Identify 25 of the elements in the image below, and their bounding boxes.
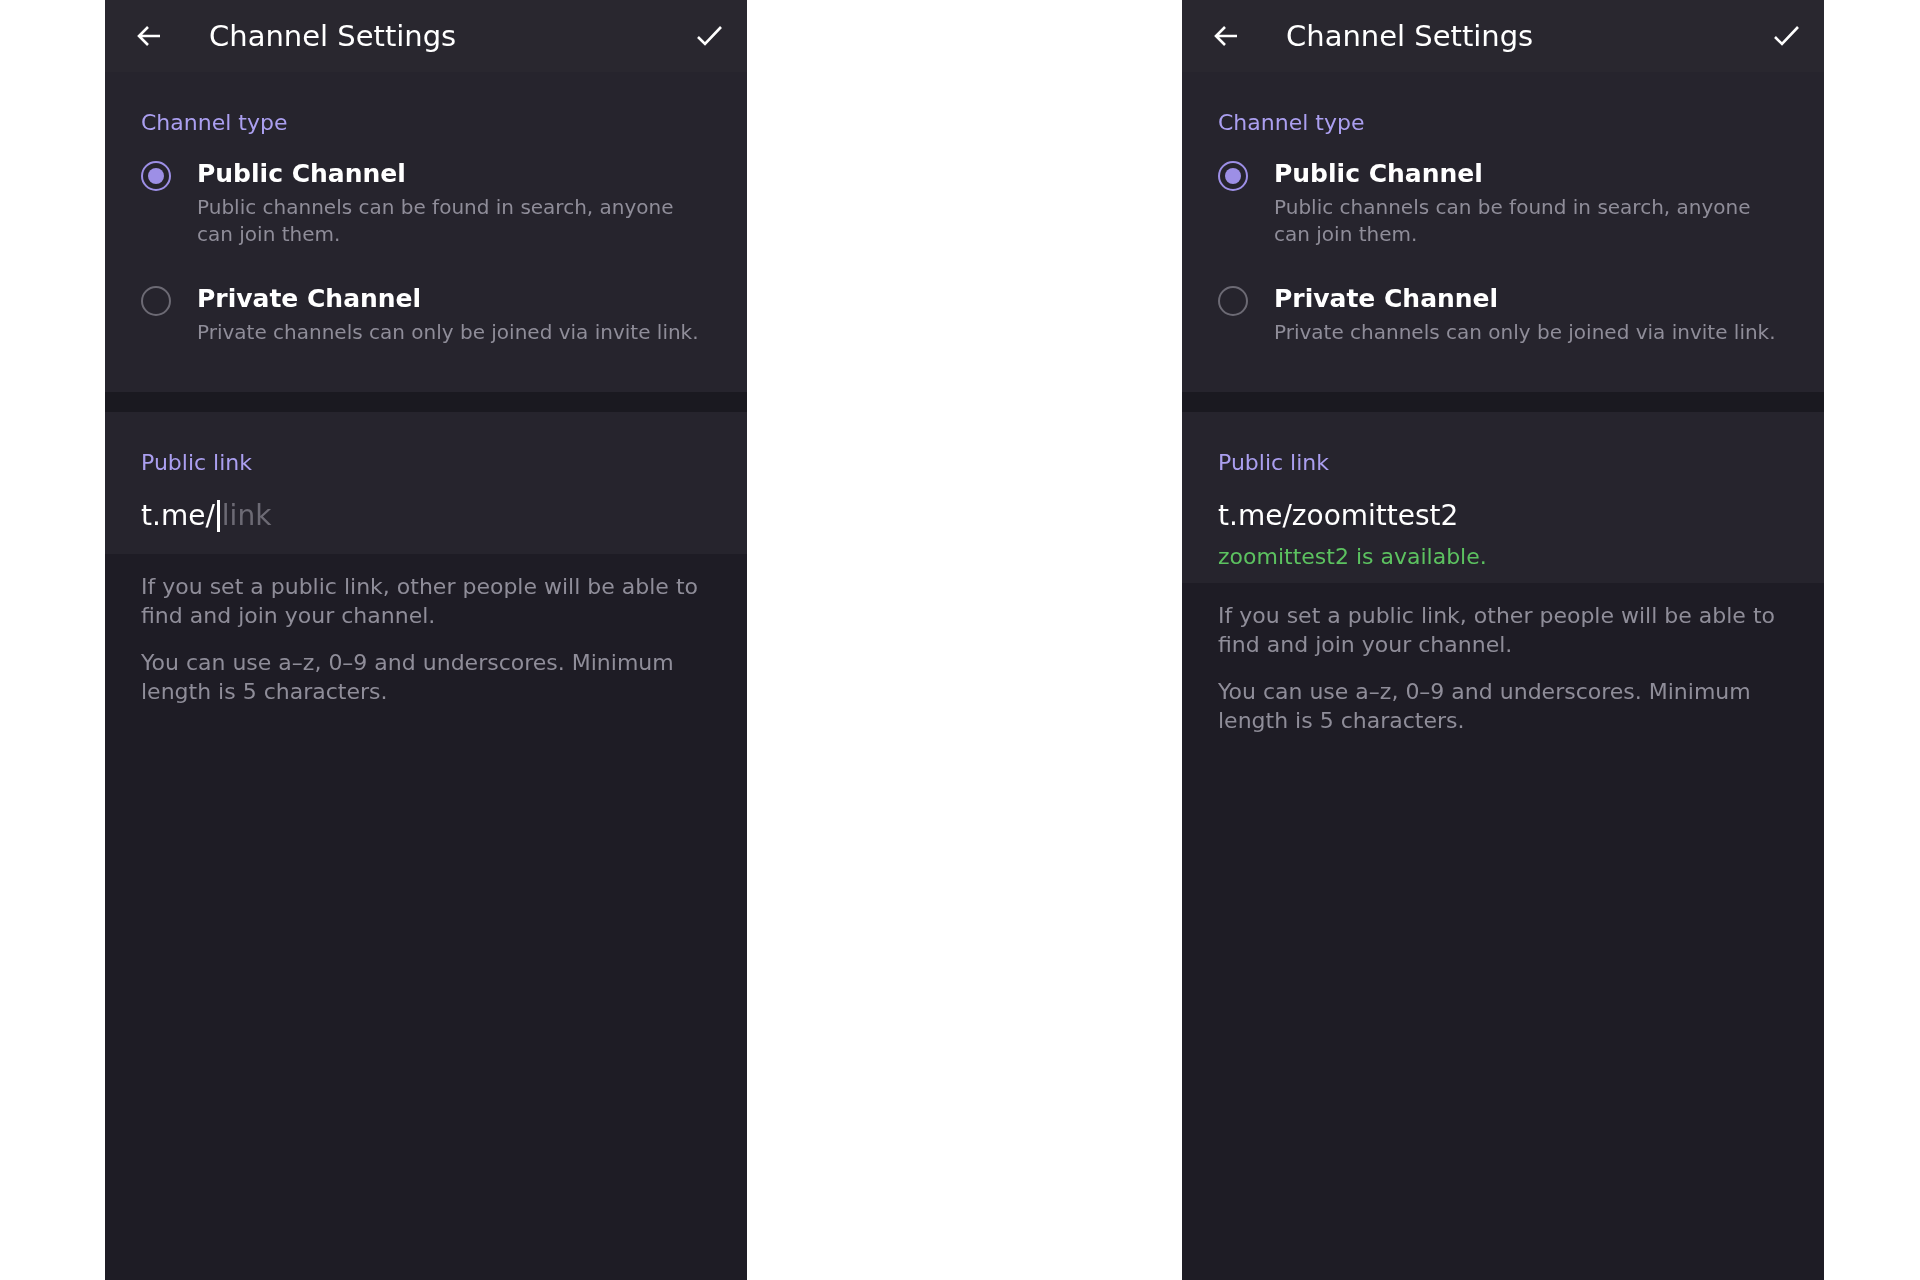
help-text: If you set a public link, other people will be able to find and join your channel. <box>141 573 699 630</box>
availability-message: zoomittest2 is available. <box>1218 544 1488 569</box>
radio-button[interactable] <box>1218 161 1248 191</box>
option-description: Public channels can be found in search, anyone can join them. <box>1274 194 1752 248</box>
radio-button[interactable] <box>141 161 171 191</box>
section-title: Channel type <box>141 110 289 135</box>
option-label[interactable]: Public Channel <box>1274 159 1788 188</box>
option-description: Private channels can only be joined via invite link. <box>1274 319 1776 346</box>
section-title: Public link <box>1218 450 1330 475</box>
help-text: If you set a public link, other people will be able to find and join your channel. <box>1218 602 1776 659</box>
link-input-field[interactable]: t.me/ link <box>141 499 711 532</box>
option-description: Public channels can be found in search, anyone can join them. <box>197 194 675 248</box>
option-description: Private channels can only be joined via invite link. <box>197 319 699 346</box>
screen-title: Channel Settings <box>209 19 458 53</box>
help-text: You can use a–z, 0–9 and underscores. Minimum length is 5 characters. <box>141 649 675 706</box>
screen-title: Channel Settings <box>1286 19 1535 53</box>
radio-button[interactable] <box>1218 286 1248 316</box>
help-text: You can use a–z, 0–9 and underscores. Minimum length is 5 characters. <box>1218 678 1752 735</box>
section-title: Channel type <box>1218 110 1366 135</box>
link-input-field[interactable]: t.me/zoomittest2 <box>1218 499 1788 532</box>
section-title: Public link <box>141 450 253 475</box>
option-label[interactable]: Private Channel <box>1274 284 1776 313</box>
radio-button[interactable] <box>141 286 171 316</box>
option-label[interactable]: Public Channel <box>197 159 711 188</box>
option-label[interactable]: Private Channel <box>197 284 699 313</box>
